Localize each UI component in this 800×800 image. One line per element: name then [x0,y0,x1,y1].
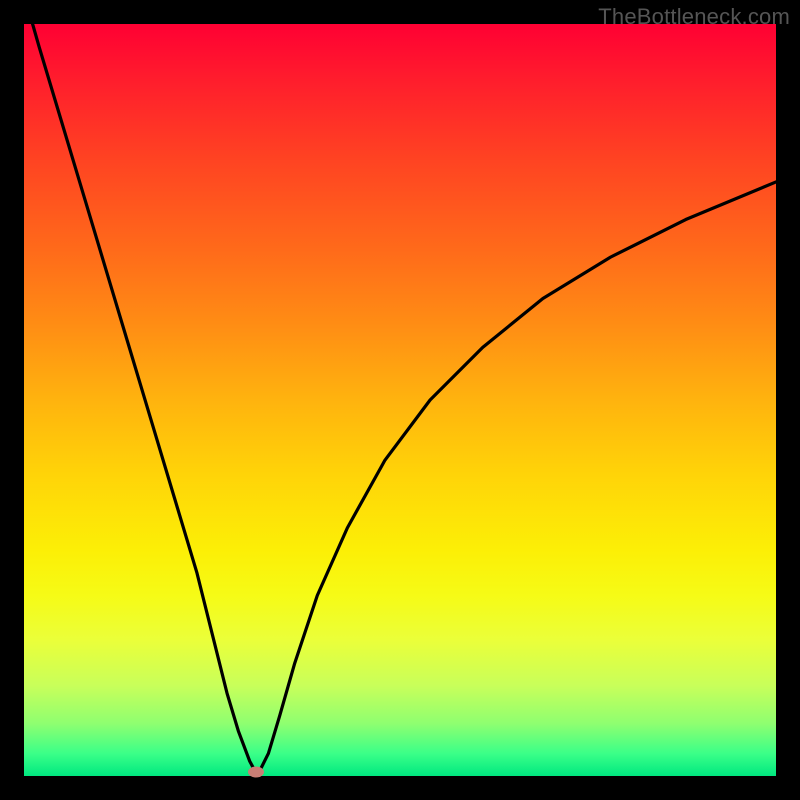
chart-container: TheBottleneck.com [0,0,800,800]
optimal-point-marker [248,767,264,778]
curve-svg [24,24,776,776]
bottleneck-curve [24,24,776,772]
plot-area [24,24,776,776]
